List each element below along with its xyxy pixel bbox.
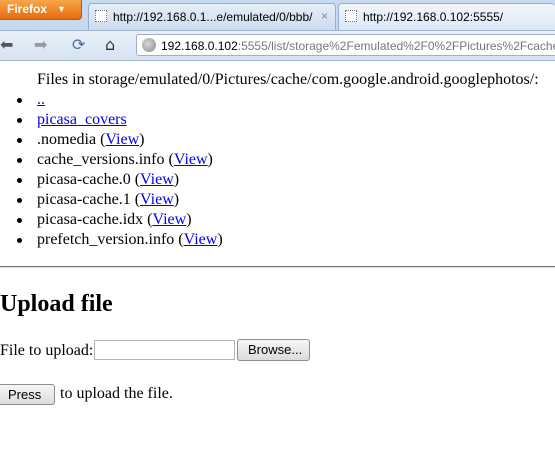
bullet: [17, 118, 22, 123]
page-icon: [95, 10, 107, 22]
view-link[interactable]: View: [140, 171, 174, 188]
upload-instruction: to upload the file.: [60, 385, 173, 402]
file-name: .nomedia: [37, 131, 97, 148]
bullet: [17, 178, 22, 183]
browse-button[interactable]: Browse...: [237, 339, 310, 361]
page-content: Files in storage/emulated/0/Pictures/cac…: [0, 61, 555, 462]
forward-icon[interactable]: ➡: [34, 35, 47, 55]
file-entry: cache_versions.info (View): [37, 151, 213, 168]
file-entry: picasa-cache.1 (View): [37, 191, 180, 208]
folder-link-picasa-covers[interactable]: picasa_covers: [37, 110, 127, 130]
file-to-upload-label: File to upload:: [0, 342, 94, 359]
address-path: :5555/list/storage%2Femulated%2F0%2FPict…: [237, 39, 555, 53]
address-bar[interactable]: 192.168.0.102:5555/list/storage%2Femulat…: [136, 34, 555, 56]
page-icon: [345, 10, 357, 22]
file-entry: picasa-cache.idx (View): [37, 211, 192, 228]
parent-directory-link[interactable]: ..: [37, 90, 45, 110]
close-icon[interactable]: ×: [321, 9, 328, 23]
firefox-menu-label: Firefox: [7, 2, 48, 16]
file-entry: .nomedia (View): [37, 131, 145, 148]
view-link[interactable]: View: [105, 131, 139, 148]
view-link[interactable]: View: [184, 231, 218, 248]
home-icon[interactable]: ⌂: [105, 35, 115, 55]
tab-emulated-bbb[interactable]: http://192.168.0.1...e/emulated/0/bbb/ ×: [88, 3, 336, 30]
view-link[interactable]: View: [174, 151, 208, 168]
address-host: 192.168.0.102: [161, 39, 238, 53]
bullet: [17, 158, 22, 163]
directory-heading: Files in storage/emulated/0/Pictures/cac…: [37, 71, 539, 88]
globe-icon: [142, 38, 156, 52]
bullet: [17, 218, 22, 223]
file-name: picasa-cache.1: [37, 191, 131, 208]
file-name: prefetch_version.info: [37, 231, 175, 248]
file-name: picasa-cache.idx: [37, 211, 144, 228]
file-name: cache_versions.info: [37, 151, 165, 168]
file-path-input[interactable]: [94, 340, 235, 360]
file-entry: picasa-cache.0 (View): [37, 171, 180, 188]
horizontal-rule: [0, 266, 555, 268]
bullet: [17, 98, 22, 103]
press-button[interactable]: Press: [0, 384, 55, 405]
bullet: [17, 198, 22, 203]
tab-active[interactable]: http://192.168.0.102:5555/: [338, 3, 555, 30]
bullet: [17, 138, 22, 143]
upload-title: Upload file: [0, 291, 113, 317]
view-link[interactable]: View: [140, 191, 174, 208]
tab-bar: Firefox ▼ http://192.168.0.1...e/emulate…: [0, 0, 555, 31]
back-icon[interactable]: ⬅: [0, 35, 13, 55]
file-entry: prefetch_version.info (View): [37, 231, 223, 248]
view-link[interactable]: View: [152, 211, 186, 228]
address-text: 192.168.0.102:5555/list/storage%2Femulat…: [161, 39, 555, 53]
navigation-bar: ⬅ ➡ ⟳ ⌂ 192.168.0.102:5555/list/storage%…: [0, 31, 555, 61]
reload-icon[interactable]: ⟳: [72, 35, 85, 55]
browser-chrome: Firefox ▼ http://192.168.0.1...e/emulate…: [0, 0, 555, 61]
tab-label: http://192.168.0.1...e/emulated/0/bbb/: [113, 10, 313, 24]
chevron-down-icon: ▼: [57, 4, 66, 14]
bullet: [17, 238, 22, 243]
firefox-menu-button[interactable]: Firefox ▼: [0, 0, 82, 20]
file-name: picasa-cache.0: [37, 171, 131, 188]
tab-label: http://192.168.0.102:5555/: [363, 10, 504, 24]
